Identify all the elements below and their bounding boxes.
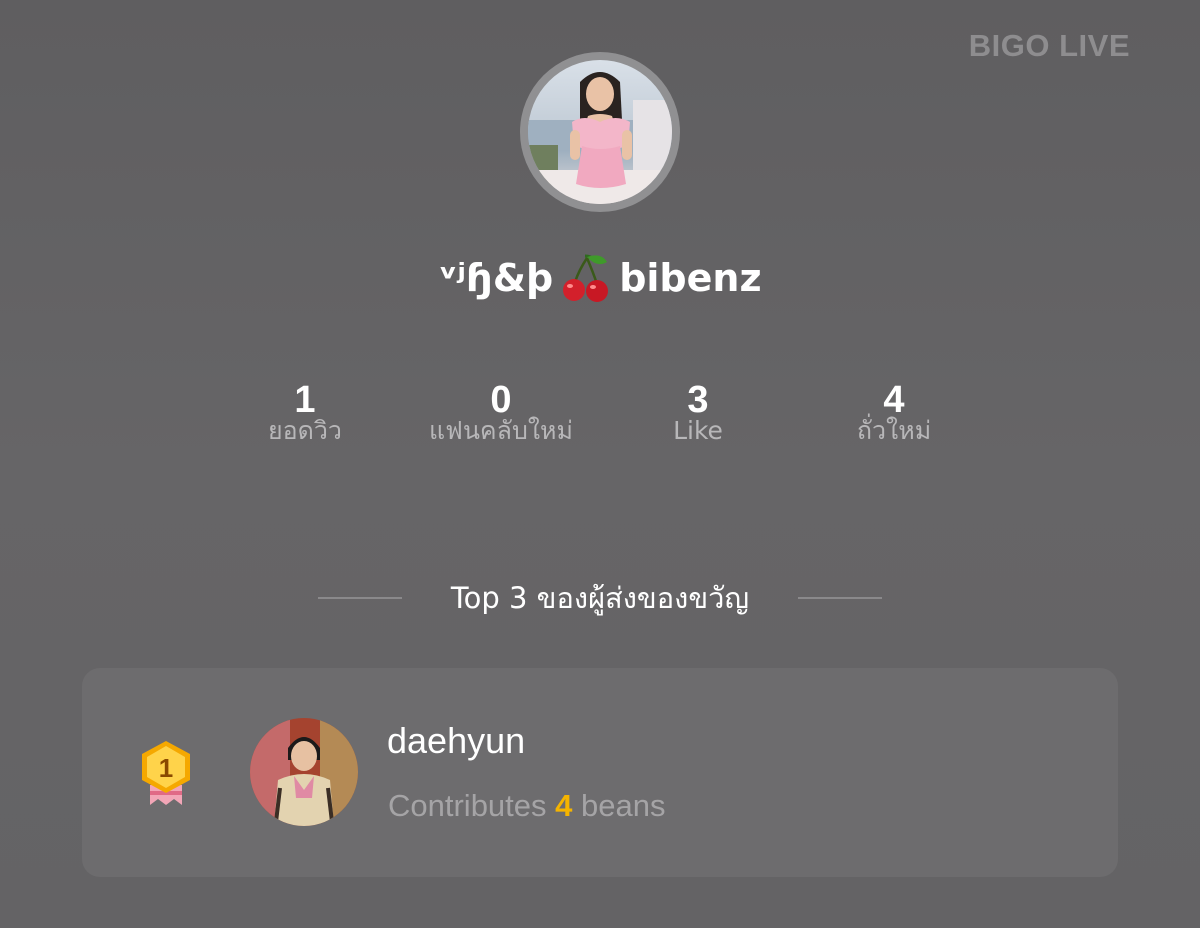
stat-views: 1 ยอดวิว: [195, 378, 415, 446]
stat-views-label: ยอดวิว: [268, 416, 342, 445]
cherry-icon: [563, 254, 609, 302]
rank-1-badge-icon: 1: [142, 741, 190, 805]
divider-right: [798, 597, 882, 599]
gifter-name: daehyun: [387, 720, 526, 761]
rank-number: 1: [159, 753, 173, 783]
bigo-live-logo: BIGO LIVE: [968, 28, 1130, 63]
profile-name: ᵛʲɧ&ϸ bibenz: [0, 250, 1200, 306]
gifter-card[interactable]: 1 daehyun Contributes 4 beans: [82, 668, 1118, 877]
profile-name-suffix: bibenz: [619, 256, 762, 300]
stat-likes-label: Like: [673, 416, 723, 445]
gifter-photo: [250, 718, 358, 826]
profile-avatar[interactable]: [520, 52, 680, 212]
stat-new-beans-label: ถั่วใหม่: [856, 416, 932, 445]
stat-new-fans-label: แฟนคลับใหม่: [429, 416, 573, 445]
contribution-prefix: Contributes: [388, 788, 547, 823]
contribution-suffix: beans: [581, 788, 666, 823]
gifter-contribution: Contributes 4 beans: [388, 788, 666, 824]
profile-name-prefix: ᵛʲɧ&ϸ: [438, 256, 554, 300]
gifter-avatar[interactable]: [250, 718, 358, 826]
profile-photo: [528, 60, 672, 204]
contribution-amount: 4: [555, 788, 573, 823]
stats-row: 1 ยอดวิว 0 แฟนคลับใหม่ 3 Like 4 ถั่วใหม่: [0, 378, 1200, 458]
stat-new-fans: 0 แฟนคลับใหม่: [391, 378, 611, 446]
stat-new-beans: 4 ถั่วใหม่: [784, 378, 1004, 446]
top-gifters-title: Top 3 ของผู้ส่งของขวัญ: [450, 581, 750, 615]
stat-likes: 3 Like: [588, 378, 808, 446]
